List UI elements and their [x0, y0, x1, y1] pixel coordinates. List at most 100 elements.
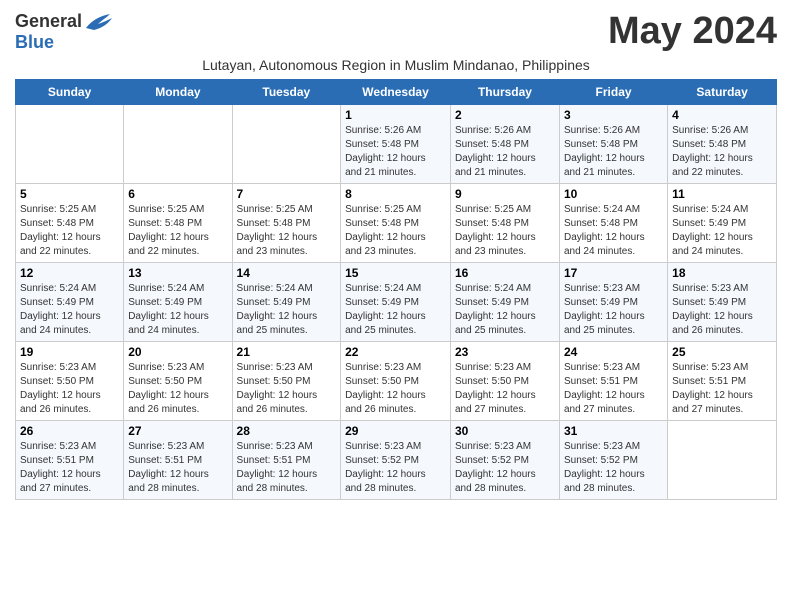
cell-details: Sunrise: 5:24 AMSunset: 5:49 PMDaylight:…: [237, 282, 337, 338]
calendar-cell: 25 Sunrise: 5:23 AMSunset: 5:51 PMDayligh…: [668, 342, 777, 421]
calendar-cell: 1Sunrise: 5:26 AMSunset: 5:48 PMDaylight…: [341, 105, 451, 184]
calendar-cell: 26 Sunrise: 5:23 AMSunset: 5:51 PMDayligh…: [16, 421, 124, 500]
day-header-monday: Monday: [124, 80, 232, 105]
day-number: 9: [455, 187, 555, 201]
day-number: 16: [455, 266, 555, 280]
cell-details: Sunrise: 5:23 AMSunset: 5:50 PMDaylight:…: [20, 361, 119, 417]
cell-details: Sunrise: 5:24 AMSunset: 5:49 PMDaylight:…: [455, 282, 555, 338]
day-header-saturday: Saturday: [668, 80, 777, 105]
calendar-cell: 2Sunrise: 5:26 AMSunset: 5:48 PMDaylight…: [450, 105, 559, 184]
day-number: 14: [237, 266, 337, 280]
calendar-cell: 11 Sunrise: 5:24 AMSunset: 5:49 PMDayligh…: [668, 184, 777, 263]
day-number: 31: [564, 424, 663, 438]
calendar-subtitle: Lutayan, Autonomous Region in Muslim Min…: [15, 57, 777, 73]
calendar-cell: 15Sunrise: 5:24 AMSunset: 5:49 PMDayligh…: [341, 263, 451, 342]
calendar-cell: 30Sunrise: 5:23 AMSunset: 5:52 PMDayligh…: [450, 421, 559, 500]
day-number: 4: [672, 108, 772, 122]
calendar-week-row: 26 Sunrise: 5:23 AMSunset: 5:51 PMDayligh…: [16, 421, 777, 500]
header: General Blue May 2024: [15, 10, 777, 53]
calendar-cell: 7Sunrise: 5:25 AMSunset: 5:48 PMDaylight…: [232, 184, 341, 263]
cell-details: Sunrise: 5:25 AMSunset: 5:48 PMDaylight:…: [20, 203, 119, 259]
calendar-cell: 10 Sunrise: 5:24 AMSunset: 5:48 PMDayligh…: [559, 184, 667, 263]
cell-details: Sunrise: 5:23 AMSunset: 5:51 PMDaylight:…: [564, 361, 663, 417]
calendar-cell: 3 Sunrise: 5:26 AMSunset: 5:48 PMDaylight…: [559, 105, 667, 184]
calendar-cell: [668, 421, 777, 500]
calendar-cell: 27Sunrise: 5:23 AMSunset: 5:51 PMDayligh…: [124, 421, 232, 500]
cell-details: Sunrise: 5:26 AMSunset: 5:48 PMDaylight:…: [672, 124, 772, 180]
calendar-body: 1Sunrise: 5:26 AMSunset: 5:48 PMDaylight…: [16, 105, 777, 500]
calendar-week-row: 19 Sunrise: 5:23 AMSunset: 5:50 PMDayligh…: [16, 342, 777, 421]
calendar-cell: 21Sunrise: 5:23 AMSunset: 5:50 PMDayligh…: [232, 342, 341, 421]
day-number: 23: [455, 345, 555, 359]
month-title: May 2024: [608, 10, 777, 53]
day-number: 19: [20, 345, 119, 359]
day-number: 27: [128, 424, 227, 438]
day-header-tuesday: Tuesday: [232, 80, 341, 105]
day-number: 10: [564, 187, 663, 201]
calendar-cell: 28 Sunrise: 5:23 AMSunset: 5:51 PMDayligh…: [232, 421, 341, 500]
calendar-week-row: 12 Sunrise: 5:24 AMSunset: 5:49 PMDayligh…: [16, 263, 777, 342]
calendar-cell: [124, 105, 232, 184]
calendar-cell: 20 Sunrise: 5:23 AMSunset: 5:50 PMDayligh…: [124, 342, 232, 421]
calendar-cell: 16 Sunrise: 5:24 AMSunset: 5:49 PMDayligh…: [450, 263, 559, 342]
calendar-cell: 5 Sunrise: 5:25 AMSunset: 5:48 PMDaylight…: [16, 184, 124, 263]
calendar-cell: 14 Sunrise: 5:24 AMSunset: 5:49 PMDayligh…: [232, 263, 341, 342]
day-number: 25: [672, 345, 772, 359]
days-header-row: SundayMondayTuesdayWednesdayThursdayFrid…: [16, 80, 777, 105]
calendar-cell: [232, 105, 341, 184]
cell-details: Sunrise: 5:26 AMSunset: 5:48 PMDaylight:…: [564, 124, 663, 180]
cell-details: Sunrise: 5:26 AMSunset: 5:48 PMDaylight:…: [455, 124, 555, 180]
day-number: 24: [564, 345, 663, 359]
cell-details: Sunrise: 5:24 AMSunset: 5:49 PMDaylight:…: [128, 282, 227, 338]
day-header-thursday: Thursday: [450, 80, 559, 105]
calendar-cell: 4 Sunrise: 5:26 AMSunset: 5:48 PMDaylight…: [668, 105, 777, 184]
day-header-sunday: Sunday: [16, 80, 124, 105]
calendar-cell: 24 Sunrise: 5:23 AMSunset: 5:51 PMDayligh…: [559, 342, 667, 421]
day-number: 15: [345, 266, 446, 280]
day-header-friday: Friday: [559, 80, 667, 105]
cell-details: Sunrise: 5:25 AMSunset: 5:48 PMDaylight:…: [345, 203, 446, 259]
calendar-page: General Blue May 2024 Lutayan, Autonomou…: [0, 0, 792, 510]
logo: General Blue: [15, 10, 112, 53]
cell-details: Sunrise: 5:23 AMSunset: 5:49 PMDaylight:…: [564, 282, 663, 338]
cell-details: Sunrise: 5:23 AMSunset: 5:51 PMDaylight:…: [20, 440, 119, 496]
calendar-cell: 12 Sunrise: 5:24 AMSunset: 5:49 PMDayligh…: [16, 263, 124, 342]
cell-details: Sunrise: 5:25 AMSunset: 5:48 PMDaylight:…: [128, 203, 227, 259]
calendar-table: SundayMondayTuesdayWednesdayThursdayFrid…: [15, 79, 777, 500]
logo-general-text: General: [15, 11, 82, 32]
day-number: 13: [128, 266, 227, 280]
cell-details: Sunrise: 5:23 AMSunset: 5:52 PMDaylight:…: [455, 440, 555, 496]
cell-details: Sunrise: 5:23 AMSunset: 5:49 PMDaylight:…: [672, 282, 772, 338]
cell-details: Sunrise: 5:25 AMSunset: 5:48 PMDaylight:…: [455, 203, 555, 259]
calendar-cell: [16, 105, 124, 184]
day-number: 5: [20, 187, 119, 201]
calendar-cell: 31 Sunrise: 5:23 AMSunset: 5:52 PMDayligh…: [559, 421, 667, 500]
day-number: 3: [564, 108, 663, 122]
cell-details: Sunrise: 5:24 AMSunset: 5:49 PMDaylight:…: [20, 282, 119, 338]
day-number: 20: [128, 345, 227, 359]
day-number: 29: [345, 424, 446, 438]
cell-details: Sunrise: 5:24 AMSunset: 5:48 PMDaylight:…: [564, 203, 663, 259]
calendar-cell: 9 Sunrise: 5:25 AMSunset: 5:48 PMDaylight…: [450, 184, 559, 263]
cell-details: Sunrise: 5:24 AMSunset: 5:49 PMDaylight:…: [672, 203, 772, 259]
calendar-week-row: 5 Sunrise: 5:25 AMSunset: 5:48 PMDaylight…: [16, 184, 777, 263]
day-number: 26: [20, 424, 119, 438]
day-number: 8: [345, 187, 446, 201]
cell-details: Sunrise: 5:23 AMSunset: 5:50 PMDaylight:…: [237, 361, 337, 417]
calendar-cell: 18 Sunrise: 5:23 AMSunset: 5:49 PMDayligh…: [668, 263, 777, 342]
cell-details: Sunrise: 5:23 AMSunset: 5:50 PMDaylight:…: [345, 361, 446, 417]
day-number: 12: [20, 266, 119, 280]
cell-details: Sunrise: 5:23 AMSunset: 5:51 PMDaylight:…: [672, 361, 772, 417]
calendar-cell: 6Sunrise: 5:25 AMSunset: 5:48 PMDaylight…: [124, 184, 232, 263]
calendar-cell: 8 Sunrise: 5:25 AMSunset: 5:48 PMDaylight…: [341, 184, 451, 263]
logo-blue-text: Blue: [15, 32, 54, 53]
day-number: 28: [237, 424, 337, 438]
calendar-week-row: 1Sunrise: 5:26 AMSunset: 5:48 PMDaylight…: [16, 105, 777, 184]
cell-details: Sunrise: 5:23 AMSunset: 5:50 PMDaylight:…: [455, 361, 555, 417]
cell-details: Sunrise: 5:23 AMSunset: 5:51 PMDaylight:…: [237, 440, 337, 496]
cell-details: Sunrise: 5:23 AMSunset: 5:50 PMDaylight:…: [128, 361, 227, 417]
calendar-cell: 13 Sunrise: 5:24 AMSunset: 5:49 PMDayligh…: [124, 263, 232, 342]
day-number: 11: [672, 187, 772, 201]
cell-details: Sunrise: 5:23 AMSunset: 5:52 PMDaylight:…: [564, 440, 663, 496]
day-number: 18: [672, 266, 772, 280]
